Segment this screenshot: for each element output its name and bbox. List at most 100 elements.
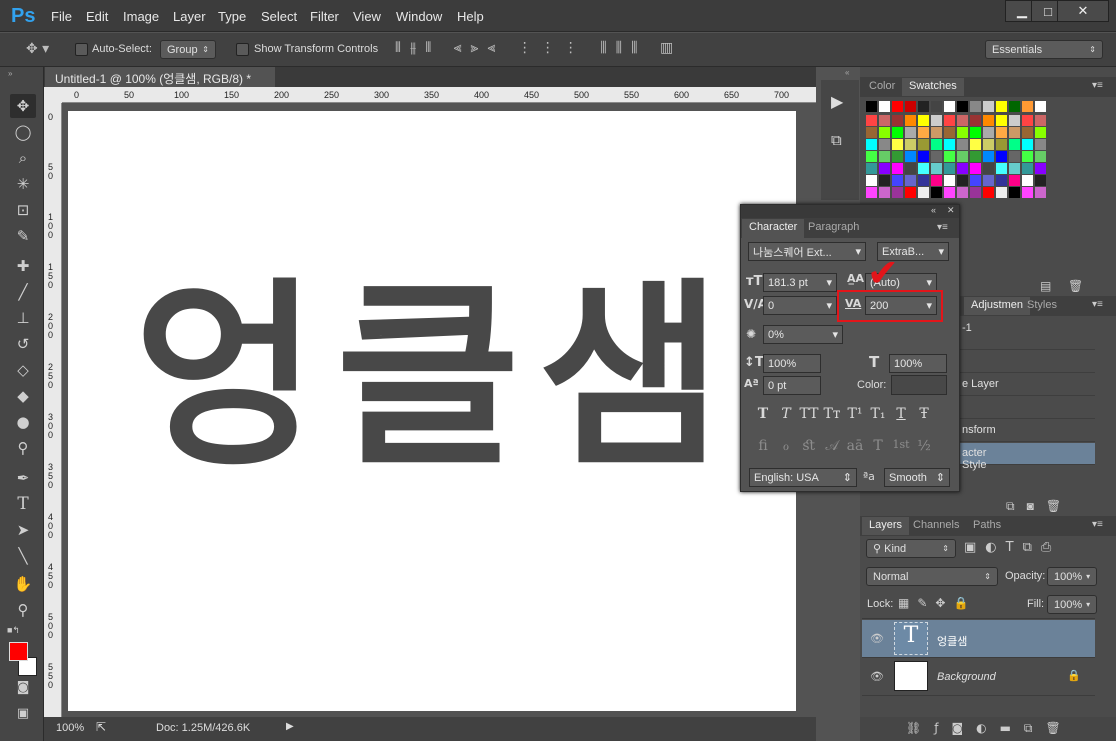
collapse-toolbox-icon[interactable]: » <box>8 69 12 78</box>
share-icon[interactable]: ⇱ <box>96 720 106 734</box>
swatch-cell[interactable] <box>892 127 903 138</box>
layer-name[interactable]: Background <box>937 671 996 683</box>
swatch-cell[interactable] <box>957 115 968 126</box>
swatch-cell[interactable] <box>918 163 929 174</box>
collapse-icon[interactable]: « <box>931 205 936 215</box>
swatch-cell[interactable] <box>918 115 929 126</box>
swatch-cell[interactable] <box>1009 139 1020 150</box>
hand-tool-icon[interactable]: ✋ <box>10 572 36 596</box>
move-tool-icon[interactable]: ✥ <box>10 94 36 118</box>
faux-bold-button[interactable]: T <box>753 406 773 422</box>
tab-channels[interactable]: Channels <box>906 517 966 535</box>
swatch-cell[interactable] <box>879 151 890 162</box>
swatch-cell[interactable] <box>866 175 877 186</box>
swatch-cell[interactable] <box>957 101 968 112</box>
swatch-cell[interactable] <box>866 127 877 138</box>
auto-select-checkbox[interactable] <box>75 43 88 56</box>
layer-name[interactable]: 엉클샘 <box>937 633 967 649</box>
swatch-cell[interactable] <box>918 127 929 138</box>
swatch-cell[interactable] <box>879 115 890 126</box>
blend-mode-dropdown[interactable]: Normal ⇕ <box>866 567 998 586</box>
visibility-eye-icon[interactable]: 👁 <box>870 670 884 683</box>
menu-view[interactable]: View <box>353 9 381 24</box>
swatch-cell[interactable] <box>996 187 1007 198</box>
swatch-cell[interactable] <box>1022 101 1033 112</box>
character-panel-header[interactable]: « ✕ <box>741 205 959 218</box>
faux-italic-button[interactable]: T <box>776 406 796 422</box>
swatch-cell[interactable] <box>931 187 942 198</box>
swatch-cell[interactable] <box>944 187 955 198</box>
swatch-cell[interactable] <box>944 151 955 162</box>
swatch-cell[interactable] <box>905 127 916 138</box>
swatch-cell[interactable] <box>918 175 929 186</box>
swatch-cell[interactable] <box>931 127 942 138</box>
swatch-cell[interactable] <box>905 139 916 150</box>
panel-menu-icon[interactable]: ▾≡ <box>1092 519 1103 530</box>
tab-character[interactable]: Character <box>742 219 805 238</box>
visibility-eye-icon[interactable]: 👁 <box>870 632 884 645</box>
swatch-cell[interactable] <box>944 175 955 186</box>
antialias-dropdown[interactable]: Smooth ⇕ <box>884 468 950 487</box>
tsume-field[interactable]: 0% ▾ <box>763 325 843 344</box>
swatch-cell[interactable] <box>1009 115 1020 126</box>
healing-brush-tool-icon[interactable]: ✚ <box>10 254 36 278</box>
layer-row-background[interactable]: 👁 Background 🔒 <box>862 658 1095 696</box>
blur-tool-icon[interactable]: ● <box>10 410 36 434</box>
swatch-cell[interactable] <box>1035 151 1046 162</box>
swatch-cell[interactable] <box>944 101 955 112</box>
tab-styles[interactable]: Styles <box>1020 297 1064 315</box>
eraser-tool-icon[interactable]: ◇ <box>10 358 36 382</box>
swatch-cell[interactable] <box>918 139 929 150</box>
tab-layers[interactable]: Layers <box>862 517 910 535</box>
swatch-cell[interactable] <box>879 175 890 186</box>
swatch-cell[interactable] <box>931 175 942 186</box>
swatch-cell[interactable] <box>1009 163 1020 174</box>
swatch-cell[interactable] <box>879 127 890 138</box>
swatch-cell[interactable] <box>892 163 903 174</box>
swatch-cell[interactable] <box>1035 175 1046 186</box>
close-window-button[interactable]: ✕ <box>1057 0 1109 22</box>
swatch-cell[interactable] <box>1009 175 1020 186</box>
history-footer-icons[interactable]: ⧉◙🗑 <box>1006 499 1073 514</box>
superscript-button[interactable]: T¹ <box>845 406 865 422</box>
swatch-cell[interactable] <box>944 163 955 174</box>
swatch-cell[interactable] <box>957 187 968 198</box>
panel-menu-icon[interactable]: ▾≡ <box>1092 80 1103 91</box>
swatch-cell[interactable] <box>957 151 968 162</box>
swatch-cell[interactable] <box>905 101 916 112</box>
swatch-cell[interactable] <box>892 115 903 126</box>
menu-select[interactable]: Select <box>261 9 297 24</box>
show-transform-checkbox[interactable] <box>236 43 249 56</box>
swatch-cell[interactable] <box>905 163 916 174</box>
character-styles-icon[interactable]: ⧉ <box>831 132 842 149</box>
type-tool-icon[interactable]: T <box>10 492 36 516</box>
move-tool-preset-icon[interactable]: ✥ ▾ <box>26 41 49 57</box>
swatch-cell[interactable] <box>970 115 981 126</box>
default-colors-icon[interactable]: ■↰ <box>7 625 20 636</box>
swatch-cell[interactable] <box>983 115 994 126</box>
swatch-cell[interactable] <box>879 163 890 174</box>
text-color-swatch[interactable] <box>891 375 947 395</box>
small-caps-button[interactable]: Tт <box>822 406 842 422</box>
tab-color[interactable]: Color <box>862 78 902 96</box>
horizontal-scale-field[interactable]: 100% <box>889 354 947 373</box>
close-icon[interactable]: ✕ <box>947 205 955 216</box>
menu-type[interactable]: Type <box>218 9 246 24</box>
swatch-cell[interactable] <box>866 101 877 112</box>
dodge-tool-icon[interactable]: ⚲ <box>10 436 36 460</box>
screen-mode-icon[interactable]: ▣ <box>10 701 36 725</box>
foreground-color-swatch[interactable] <box>9 642 28 661</box>
swatch-grid[interactable] <box>866 101 1096 205</box>
tab-swatches[interactable]: Swatches <box>902 78 964 96</box>
swatch-cell[interactable] <box>892 187 903 198</box>
swash-button[interactable]: 𝒜 <box>822 438 842 454</box>
swatch-cell[interactable] <box>1022 139 1033 150</box>
swatch-cell[interactable] <box>1009 187 1020 198</box>
align-icons[interactable]: ⫴⫵⫴ ⫷⫸⫷ ⋮⋮⋮ ⫼⫼⫼ ▥ <box>395 40 682 56</box>
layer-row-text[interactable]: 👁 T 엉클샘 <box>862 620 1095 658</box>
lasso-tool-icon[interactable]: ⌕ <box>10 146 36 170</box>
swatch-cell[interactable] <box>996 101 1007 112</box>
kerning-field[interactable]: 0 ▾ <box>763 296 837 315</box>
trash-icon[interactable]: 🗑 <box>1068 279 1083 293</box>
swatch-cell[interactable] <box>970 187 981 198</box>
